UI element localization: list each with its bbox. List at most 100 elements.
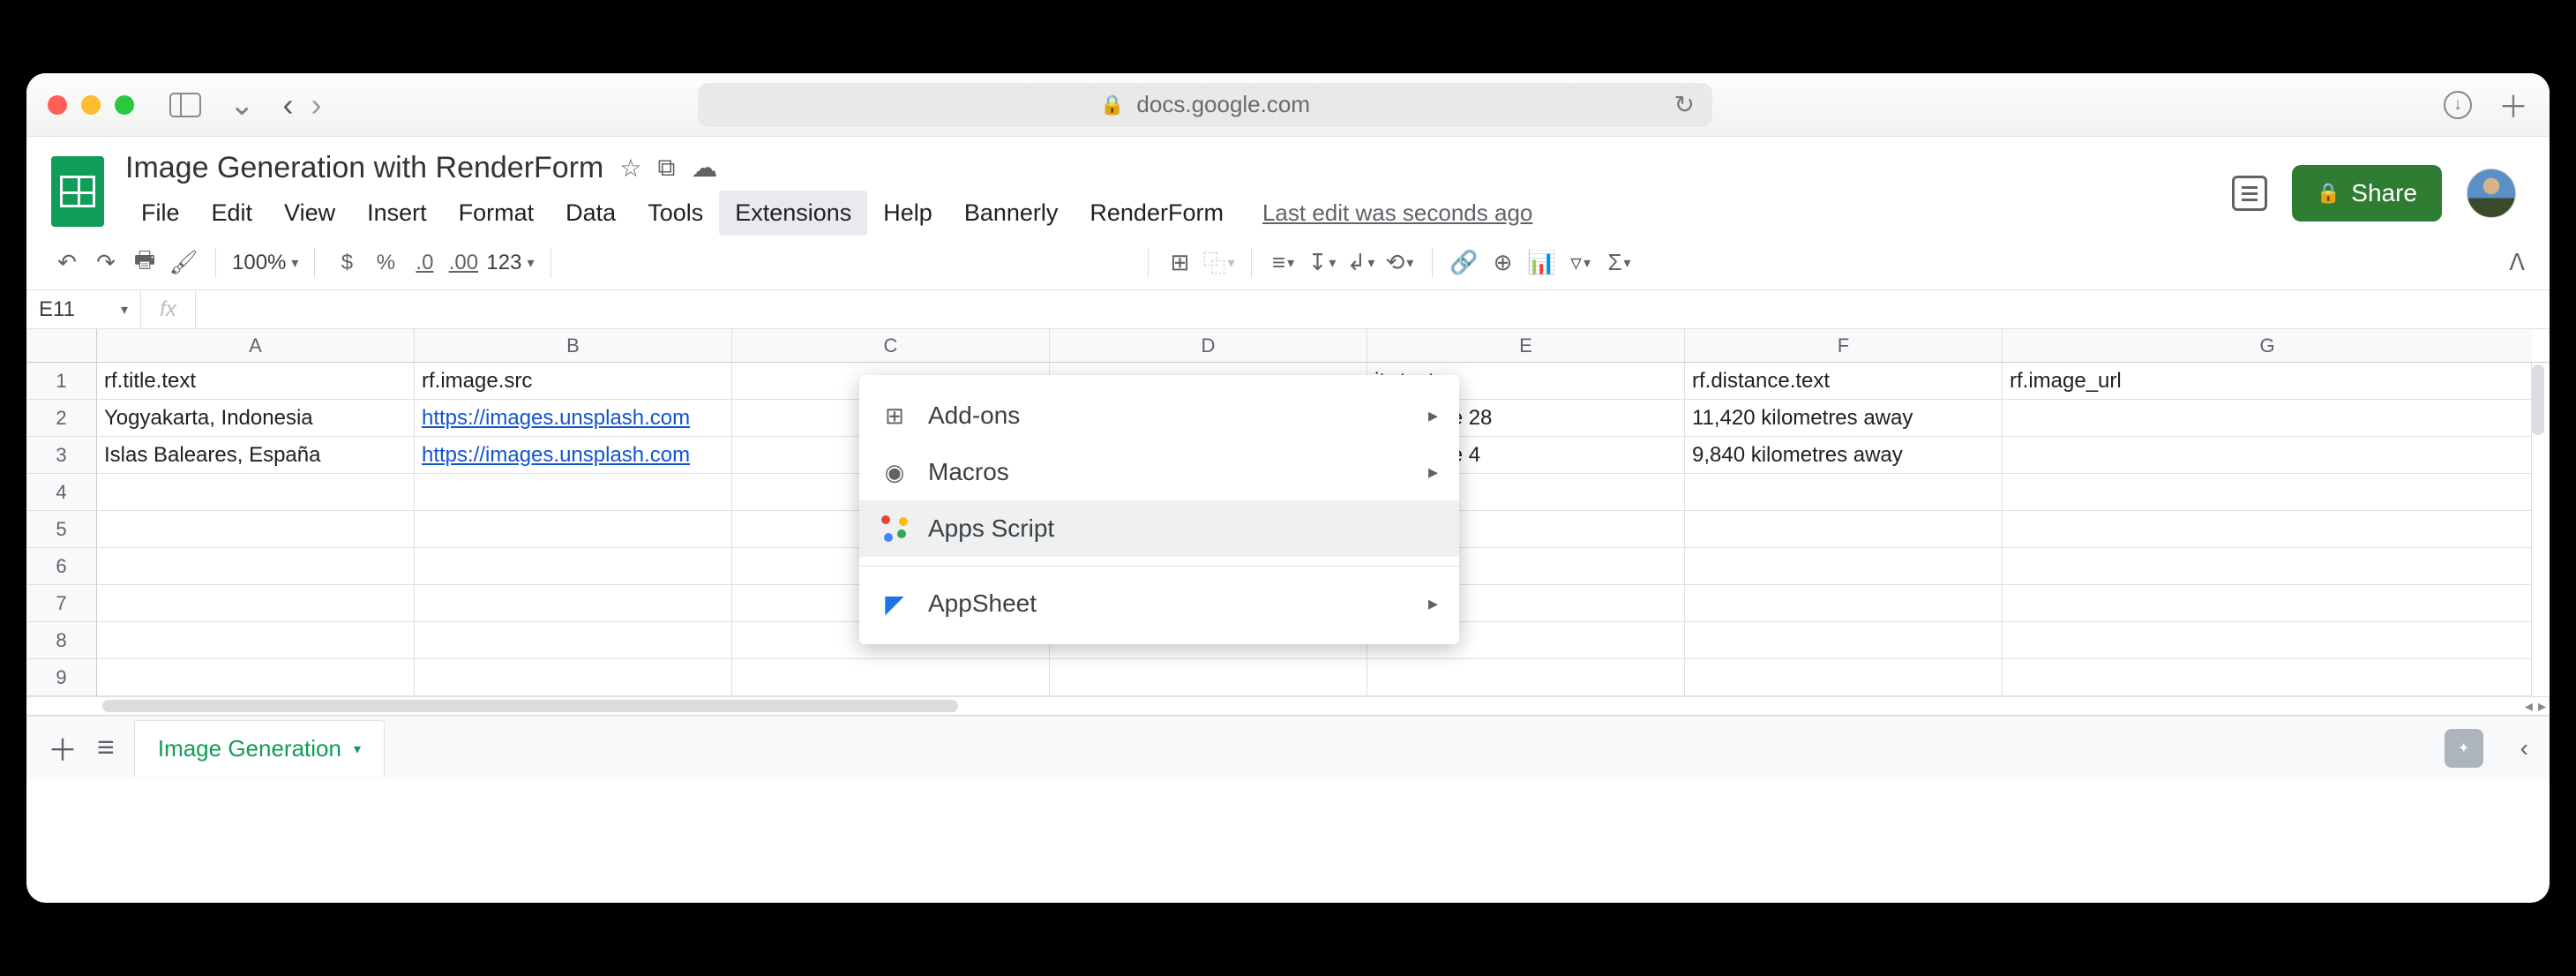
print-icon[interactable]: 🖶 <box>129 247 161 279</box>
google-sheets-logo-icon[interactable] <box>51 156 104 227</box>
cell[interactable] <box>1685 511 2003 548</box>
more-formats-button[interactable]: 123 ▾ <box>486 251 534 275</box>
dropdown-item-macros[interactable]: ◉ Macros ▸ <box>859 444 1459 500</box>
close-window-icon[interactable] <box>48 95 67 115</box>
insert-chart-icon[interactable]: 📊 <box>1526 247 1558 279</box>
column-header[interactable]: G <box>2003 329 2532 362</box>
cell[interactable] <box>1685 622 2003 659</box>
cell[interactable] <box>1685 548 2003 585</box>
row-header[interactable]: 5 <box>26 511 97 548</box>
menu-format[interactable]: Format <box>443 191 550 236</box>
column-header[interactable]: C <box>732 329 1050 362</box>
cell[interactable] <box>97 548 415 585</box>
menu-tools[interactable]: Tools <box>632 191 719 236</box>
menu-file[interactable]: File <box>125 191 196 236</box>
cell[interactable] <box>2003 585 2532 622</box>
row-header[interactable]: 9 <box>26 659 97 696</box>
menu-insert[interactable]: Insert <box>351 191 443 236</box>
cell[interactable] <box>97 511 415 548</box>
account-avatar[interactable] <box>2467 169 2516 218</box>
cell[interactable]: Islas Baleares, España <box>97 437 415 474</box>
cell-name-box[interactable]: E11 ▾ <box>26 290 141 328</box>
menu-view[interactable]: View <box>268 191 351 236</box>
menu-help[interactable]: Help <box>867 191 948 236</box>
last-edit-status[interactable]: Last edit was seconds ago <box>1262 191 1532 236</box>
cell[interactable] <box>2003 622 2532 659</box>
cell[interactable] <box>415 511 732 548</box>
collapse-toolbar-icon[interactable]: ᐱ <box>2509 249 2525 276</box>
dropdown-item-addons[interactable]: ⊞ Add-ons ▸ <box>859 387 1459 444</box>
menu-renderform[interactable]: RenderForm <box>1074 191 1239 236</box>
sheet-tab[interactable]: Image Generation ▾ <box>134 720 385 777</box>
redo-icon[interactable]: ↷ <box>90 247 122 279</box>
new-tab-button[interactable]: ＋ <box>2498 83 2528 126</box>
percent-format-button[interactable]: % <box>370 247 401 279</box>
paint-format-icon[interactable]: 🖌 <box>168 247 199 279</box>
cell[interactable] <box>1050 659 1367 696</box>
cell[interactable] <box>415 585 732 622</box>
cell[interactable] <box>1367 659 1685 696</box>
side-panel-toggle-icon[interactable]: ‹ <box>2520 734 2528 762</box>
all-sheets-button[interactable]: ≡ <box>97 731 115 765</box>
cell[interactable] <box>2003 400 2532 437</box>
vertical-scrollbar[interactable] <box>2530 329 2546 716</box>
cell[interactable] <box>415 548 732 585</box>
filter-icon[interactable]: ▿▾ <box>1565 247 1597 279</box>
minimize-window-icon[interactable] <box>81 95 101 115</box>
cell[interactable] <box>1685 659 2003 696</box>
cell[interactable] <box>415 622 732 659</box>
increase-decimal-button[interactable]: .00 <box>447 247 479 279</box>
cell[interactable] <box>415 659 732 696</box>
share-button[interactable]: 🔒 Share <box>2292 165 2442 221</box>
address-bar[interactable]: 🔒 docs.google.com ↻ <box>698 83 1712 127</box>
cell[interactable] <box>97 474 415 511</box>
menu-data[interactable]: Data <box>550 191 632 236</box>
currency-format-button[interactable]: $ <box>331 247 363 279</box>
cell[interactable] <box>1685 585 2003 622</box>
back-button[interactable]: ‹ <box>283 89 294 121</box>
maximize-window-icon[interactable] <box>115 95 134 115</box>
cell[interactable] <box>2003 437 2532 474</box>
horizontal-align-icon[interactable]: ≡▾ <box>1268 247 1299 279</box>
cell[interactable]: 11,420 kilometres away <box>1685 400 2003 437</box>
sidebar-toggle-icon[interactable] <box>169 93 201 117</box>
cell[interactable] <box>415 474 732 511</box>
cell[interactable] <box>2003 659 2532 696</box>
row-header[interactable]: 6 <box>26 548 97 585</box>
row-header[interactable]: 2 <box>26 400 97 437</box>
sidebar-dropdown-icon[interactable]: ⌄ <box>222 87 262 123</box>
cell[interactable] <box>97 585 415 622</box>
reload-icon[interactable]: ↻ <box>1674 90 1695 119</box>
horizontal-scrollbar[interactable]: ◂▸ <box>26 696 2550 716</box>
column-header[interactable]: F <box>1685 329 2003 362</box>
merge-cells-icon[interactable]: ⿻▾ <box>1203 247 1235 279</box>
cell[interactable] <box>2003 548 2532 585</box>
cell[interactable] <box>732 659 1050 696</box>
cell[interactable]: https://images.unsplash.com <box>415 400 732 437</box>
cell[interactable]: rf.title.text <box>97 363 415 400</box>
add-sheet-button[interactable]: ＋ <box>48 726 78 770</box>
cell[interactable] <box>97 622 415 659</box>
column-header[interactable]: D <box>1050 329 1367 362</box>
functions-icon[interactable]: Σ▾ <box>1604 247 1636 279</box>
cell[interactable]: rf.distance.text <box>1685 363 2003 400</box>
undo-icon[interactable]: ↶ <box>51 247 83 279</box>
zoom-selector[interactable]: 100% ▾ <box>232 251 298 275</box>
comments-icon[interactable] <box>2232 176 2267 211</box>
borders-icon[interactable]: ⊞ <box>1164 247 1196 279</box>
column-header[interactable]: E <box>1367 329 1685 362</box>
cell[interactable]: Yogyakarta, Indonesia <box>97 400 415 437</box>
star-icon[interactable]: ☆ <box>619 154 641 183</box>
explore-button[interactable]: ✦ <box>2445 729 2483 768</box>
cell[interactable]: rf.image.src <box>415 363 732 400</box>
row-header[interactable]: 1 <box>26 363 97 400</box>
cell[interactable]: rf.image_url <box>2003 363 2532 400</box>
column-header[interactable]: B <box>415 329 732 362</box>
downloads-icon[interactable] <box>2444 91 2472 119</box>
decrease-decimal-button[interactable]: .0 <box>408 247 440 279</box>
insert-comment-icon[interactable]: ⊕ <box>1487 247 1519 279</box>
dropdown-item-apps-script[interactable]: Apps Script <box>859 500 1459 557</box>
document-title[interactable]: Image Generation with RenderForm <box>125 151 603 185</box>
select-all-corner[interactable] <box>26 329 97 362</box>
row-header[interactable]: 4 <box>26 474 97 511</box>
